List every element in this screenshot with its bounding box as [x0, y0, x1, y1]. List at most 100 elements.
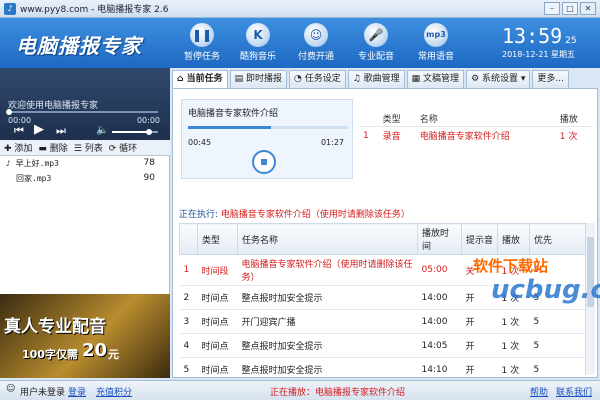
delete-button[interactable]: ▬ 删除: [38, 141, 67, 154]
player-message: 欢迎使用电脑播报专家: [8, 101, 99, 111]
kugou-icon: K: [246, 23, 270, 47]
task-cell-type: 时间点: [197, 333, 238, 358]
task-cell-plays: 1 次: [497, 333, 530, 358]
stop-icon[interactable]: [252, 150, 276, 174]
task-cell-type: 时间点: [197, 285, 238, 310]
next-icon[interactable]: ⏭: [56, 124, 66, 138]
volume-fill: [112, 131, 149, 133]
task-cell-tone: 开: [461, 309, 498, 334]
app-logo: 电脑播报专家: [16, 34, 142, 58]
player-total-time: 00:00: [136, 116, 160, 125]
task-cell-time: 14:00: [417, 285, 462, 310]
previous-icon[interactable]: ⏮: [14, 124, 24, 138]
task-cell-time: 14:05: [417, 333, 462, 358]
current-task-table: 类型 名称 播放 1 录音 电脑播音专家软件介绍 1 次: [359, 111, 593, 144]
login-status: 用户未登录: [20, 388, 66, 398]
mp3-icon: mp3: [424, 23, 448, 47]
status-bar: ☺ 用户未登录 登录 充值积分 正在播放：电脑播报专家软件介绍 帮助 联系我们: [0, 380, 600, 400]
microphone-icon: 🎤: [364, 23, 388, 47]
paid-activation-button[interactable]: ☺ 付费开通: [290, 23, 342, 62]
task-cell-idx: 4: [179, 333, 198, 358]
playlist-toolbar: ✚ 添加 ▬ 删除 ☰ 列表 ⟳ 循环: [0, 140, 170, 156]
task-cell-name: 开门迎宾广播: [237, 309, 418, 334]
task-cell-name: 整点报时加安全提示: [237, 333, 418, 358]
play-icon[interactable]: ▶: [34, 122, 44, 137]
tab-script-management[interactable]: ▦ 文稿管理: [406, 70, 465, 88]
clock-time: 13:59: [502, 24, 563, 48]
seek-knob[interactable]: [6, 109, 12, 115]
common-voice-button[interactable]: mp3 常用语音: [410, 23, 462, 62]
playlist-item[interactable]: ♪ 早上好.mp3 78: [0, 156, 169, 171]
mini-player: 欢迎使用电脑播报专家 00:00 00:00 ⏮ ▶ ⏭ 🔈: [0, 68, 170, 140]
playlist-item[interactable]: 回家.mp3 90: [0, 171, 169, 186]
pause-task-button[interactable]: ❚❚ 暂停任务: [176, 23, 228, 62]
task-cell-idx: 2: [179, 285, 198, 310]
music-note-icon: ♪: [6, 159, 11, 168]
tab-instant-broadcast[interactable]: ▤ 即时播报: [229, 70, 287, 88]
task-cell-time: 05:00: [417, 254, 462, 286]
table-row[interactable]: 3 时间点 开门迎宾广播 14:00 开 1 次5: [179, 309, 591, 334]
task-cell-type: 时间点: [197, 357, 238, 382]
preview-title: 电脑播音专家软件介绍: [188, 109, 279, 119]
preview-elapsed: 00:45: [188, 138, 212, 147]
table-row[interactable]: 5 时间点 整点报时加安全提示 14:10 开 1 次5: [179, 357, 591, 382]
task-cell-idx: 1: [179, 254, 198, 286]
volume-knob[interactable]: [145, 129, 152, 135]
minimize-button[interactable]: –: [544, 2, 560, 15]
title-bar: ♪ www.pyy8.com - 电脑播报专家 2.6 – □ ✕: [0, 0, 600, 18]
help-link[interactable]: 帮助: [530, 385, 548, 398]
maximize-button[interactable]: □: [562, 2, 578, 15]
task-cell-plays: 1 次: [497, 309, 530, 334]
add-button[interactable]: ✚ 添加: [4, 141, 32, 154]
tab-system-settings[interactable]: ⚙ 系统设置 ▾: [466, 70, 531, 88]
window-title: www.pyy8.com - 电脑播报专家 2.6: [20, 5, 169, 15]
task-cell-time: 14:00: [417, 309, 462, 334]
task-cell-tone: 开: [461, 357, 498, 382]
loop-button[interactable]: ⟳ 循环: [109, 141, 137, 154]
app-icon: ♪: [4, 2, 16, 15]
header: 电脑播报专家 ❚❚ 暂停任务 K 酷狗音乐 ☺ 付费开通 🎤 专业配音 mp3 …: [0, 18, 600, 68]
task-cell-idx: 3: [179, 309, 198, 334]
preview-progress[interactable]: [188, 126, 348, 129]
pause-icon: ❚❚: [190, 23, 214, 47]
table-row[interactable]: 1 录音 电脑播音专家软件介绍 1 次: [359, 127, 593, 145]
login-link[interactable]: 登录: [68, 385, 86, 398]
task-cell-prio: 5: [529, 309, 591, 334]
seek-bar[interactable]: [6, 109, 158, 115]
contact-link[interactable]: 联系我们: [556, 385, 592, 398]
tab-more[interactable]: 更多...: [532, 70, 569, 88]
tab-song-management[interactable]: ♫ 歌曲管理: [347, 70, 405, 88]
task-cell-type: 时间段: [197, 254, 238, 286]
current-task-panel: 电脑播音专家软件介绍 00:45 01:27 类型 名称 播放 1 录音 电脑播…: [172, 88, 600, 400]
task-cell-name: 整点报时加安全提示: [237, 285, 418, 310]
user-icon: ☺: [304, 23, 328, 47]
volume-icon[interactable]: 🔈: [96, 125, 108, 136]
task-cell-name: 电脑播音专家软件介绍（使用时请删除该任务）: [237, 254, 418, 286]
watermark-text: 软件下载站: [473, 257, 549, 275]
pro-voice-button[interactable]: 🎤 专业配音: [350, 23, 402, 62]
volume-slider[interactable]: [112, 129, 158, 135]
task-cell-time: 14:10: [417, 357, 462, 382]
preview-total: 01:27: [320, 138, 344, 147]
task-preview: 电脑播音专家软件介绍 00:45 01:27: [181, 99, 353, 179]
tab-task-settings[interactable]: ◔ 任务设定: [288, 70, 346, 88]
task-cell-prio: 5: [529, 333, 591, 358]
task-cell-type: 时间点: [197, 309, 238, 334]
task-cell-tone: 开: [461, 333, 498, 358]
main-tabs: ⌂ 当前任务 ▤ 即时播报 ◔ 任务设定 ♫ 歌曲管理 ▦ 文稿管理 ⚙ 系统设…: [172, 70, 598, 88]
user-icon-small: ☺: [6, 384, 16, 394]
preview-progress-fill: [188, 126, 272, 129]
recharge-link[interactable]: 充值积分: [96, 385, 132, 398]
task-cell-idx: 5: [179, 357, 198, 382]
list-button[interactable]: ☰ 列表: [74, 141, 103, 154]
clock-date: 2018-12-21 星期五: [502, 50, 576, 59]
voice-ad-banner[interactable]: 真人专业配音 100字仅需 20 元: [0, 294, 170, 378]
close-button[interactable]: ✕: [580, 2, 596, 15]
kugou-music-button[interactable]: K 酷狗音乐: [232, 23, 284, 62]
tab-current-task[interactable]: ⌂ 当前任务: [172, 70, 228, 88]
clock-seconds: 25: [565, 36, 577, 46]
watermark-logo: ucbug.cc: [491, 275, 600, 305]
table-row[interactable]: 4 时间点 整点报时加安全提示 14:05 开 1 次5: [179, 333, 591, 358]
task-cell-plays: 1 次: [497, 357, 530, 382]
running-status: 正在执行: 电脑播音专家软件介绍（使用时请删除该任务）: [179, 210, 410, 220]
